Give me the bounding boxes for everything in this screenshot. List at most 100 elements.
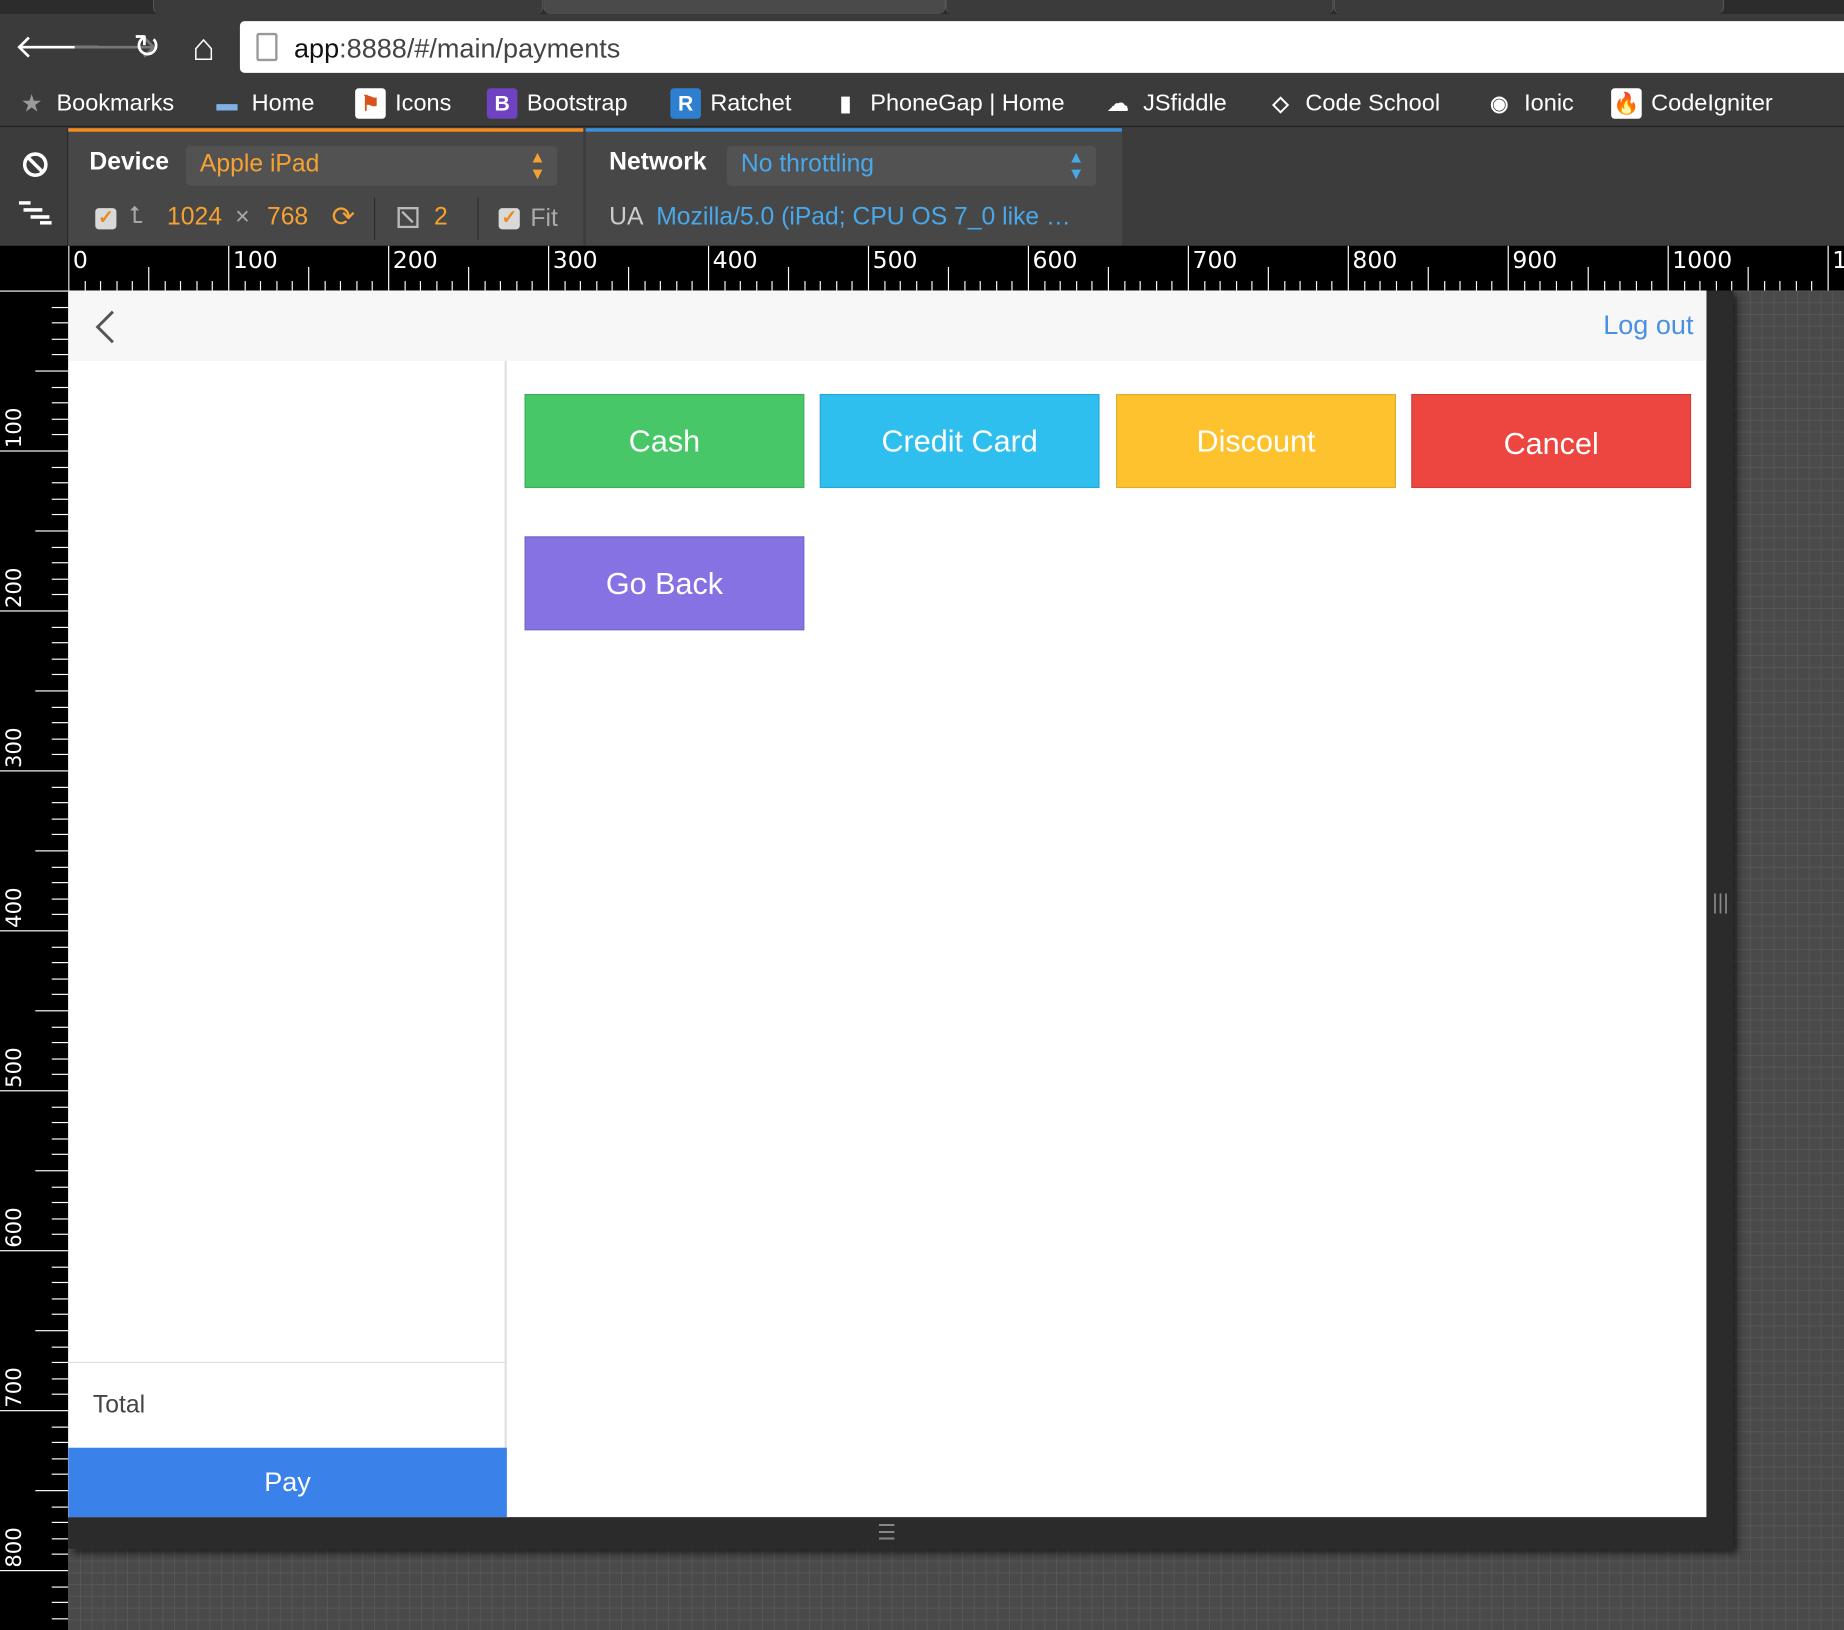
ruler-tick: [0, 450, 69, 452]
cash-button[interactable]: Cash: [524, 393, 805, 489]
ruler-tick: [899, 281, 901, 291]
network-select[interactable]: No throttling ▲ ▼: [726, 145, 1097, 186]
credit-card-button[interactable]: Credit Card: [819, 393, 1100, 489]
ruler-tick: [51, 1218, 69, 1220]
ruler-tick: [51, 1441, 69, 1444]
ruler-tick: [548, 245, 550, 291]
ruler-tick: [51, 818, 69, 820]
ruler-tick: [35, 1010, 69, 1012]
ruler-tick: [691, 281, 693, 291]
bookmark-codeigniter[interactable]: 🔥 CodeIgniter: [1611, 87, 1773, 120]
scale-icon: [397, 206, 419, 229]
ruler-tick: [35, 1170, 69, 1172]
logout-link[interactable]: Log out: [1603, 309, 1693, 341]
resize-handle-bottom[interactable]: ☰: [877, 1521, 896, 1546]
bookmark-home[interactable]: ▬ Home: [212, 87, 314, 120]
ruler-tick: [1764, 281, 1766, 291]
resize-handle-right[interactable]: |||: [1712, 890, 1729, 915]
ruler-label: 1: [1832, 246, 1844, 274]
bookmark-jsfiddle[interactable]: ☁ JSfiddle: [1103, 87, 1227, 120]
ruler-label: 400: [2, 887, 28, 928]
bookmark-code-school[interactable]: ◇ Code School: [1265, 87, 1440, 120]
ruler-tick: [1587, 266, 1589, 291]
ruler-tick: [51, 1201, 69, 1204]
ruler-tick: [51, 402, 69, 404]
bookmark-bootstrap[interactable]: B Bootstrap: [486, 87, 628, 120]
bookmark-label: Icons: [395, 89, 452, 116]
cloud-icon: ☁: [1103, 88, 1134, 119]
rotate-icon[interactable]: ⟳: [332, 200, 356, 234]
reload-icon[interactable]: ↻: [127, 30, 167, 66]
ua-input[interactable]: Mozilla/5.0 (iPad; CPU OS 7_0 like …: [656, 203, 1071, 231]
cancel-button[interactable]: Cancel: [1411, 393, 1692, 489]
browser-tab[interactable]: [152, 0, 544, 15]
ruler-tick: [51, 786, 69, 788]
ruler-tick: [1827, 245, 1829, 291]
ruler-tick: [51, 978, 69, 980]
ruler-tick: [51, 1393, 69, 1395]
ruler-tick: [1571, 281, 1573, 291]
ruler-tick: [644, 281, 646, 291]
back-arrow-icon[interactable]: 🡐: [14, 30, 102, 66]
url-field[interactable]: app:8888/#/main/payments: [239, 21, 1844, 73]
bookmark-icons[interactable]: ⚑ Icons: [355, 87, 451, 120]
code-icon: ◇: [1265, 88, 1296, 119]
resolution-checkbox[interactable]: ✓: [95, 208, 117, 230]
bookmark-bookmarks[interactable]: ★ Bookmarks: [16, 87, 174, 120]
ruler-tick: [196, 281, 198, 291]
width-input[interactable]: 1024: [167, 203, 222, 231]
select-arrows-icon: ▲ ▼: [1067, 147, 1085, 183]
ruler-label: 700: [1192, 245, 1238, 275]
height-input[interactable]: 768: [267, 203, 308, 231]
browser-tab[interactable]: [945, 0, 1334, 15]
ruler-label: 300: [552, 245, 598, 275]
block-icon[interactable]: [21, 151, 49, 179]
ruler-label: 800: [2, 1527, 28, 1568]
bookmark-label: Ratchet: [710, 89, 792, 116]
ruler-tick: [51, 1473, 69, 1475]
ruler-tick: [1795, 281, 1797, 291]
pay-button[interactable]: Pay: [68, 1447, 507, 1518]
ruler-tick: [51, 753, 69, 756]
ruler-tick: [51, 1313, 69, 1315]
ruler-tick: [51, 593, 69, 596]
browser-tab-active[interactable]: [543, 0, 946, 15]
ruler-tick: [51, 1506, 69, 1508]
ruler-tick: [51, 562, 69, 564]
ruler-tick: [51, 1426, 69, 1428]
ruler-tick: [1651, 281, 1653, 291]
ruler-tick: [1187, 245, 1189, 291]
bookmark-label: Bootstrap: [526, 89, 628, 116]
bookmark-ratchet[interactable]: R Ratchet: [670, 87, 791, 120]
ruler-tick: [51, 1058, 69, 1060]
bookmark-phonegap-home[interactable]: ▮ PhoneGap | Home: [830, 87, 1065, 120]
ruler-tick: [51, 1026, 69, 1028]
ruler-tick: [148, 266, 150, 291]
screen: 🡐 🡒 ↻ ⌂ app:8888/#/main/payments ★ Bookma…: [0, 0, 1844, 1630]
fit-checkbox[interactable]: ✓: [498, 208, 520, 230]
forward-arrow-icon[interactable]: 🡒: [71, 30, 159, 66]
device-select[interactable]: Apple iPad ▲ ▼: [185, 145, 558, 186]
ruler-tick: [1731, 281, 1733, 291]
discount-button[interactable]: Discount: [1116, 393, 1396, 489]
ruler-tick: [0, 290, 69, 292]
ruler-tick: [1507, 245, 1509, 291]
browser-tab[interactable]: [1333, 0, 1725, 15]
ruler-label: 400: [712, 245, 758, 275]
ruler-tick: [996, 281, 998, 291]
scale-input[interactable]: 2: [434, 203, 448, 231]
ruler-tick: [931, 281, 933, 291]
back-chevron-icon[interactable]: [92, 309, 120, 344]
ruler-tick: [579, 281, 581, 291]
go-back-button[interactable]: Go Back: [524, 536, 805, 631]
ruler-tick: [1076, 281, 1078, 291]
home-icon[interactable]: ⌂: [183, 28, 223, 66]
ruler-tick: [35, 690, 69, 692]
ruler-tick: [51, 578, 69, 580]
ruler-tick: [164, 281, 166, 291]
media-query-icon[interactable]: [18, 201, 52, 225]
bookmark-ionic[interactable]: ◉ Ionic: [1484, 87, 1574, 120]
ruler-tick: [51, 322, 69, 324]
ruler-label: 500: [872, 245, 918, 275]
ruler-tick: [51, 1378, 69, 1380]
